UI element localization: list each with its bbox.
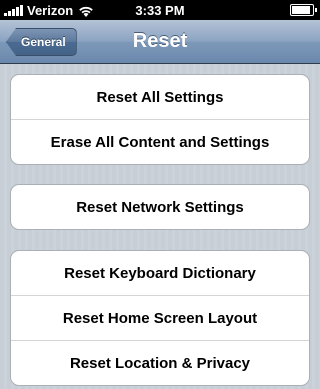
- reset-location-privacy-button[interactable]: Reset Location & Privacy: [11, 341, 309, 385]
- reset-group-1: Reset All Settings Erase All Content and…: [10, 74, 310, 165]
- reset-group-2: Reset Network Settings: [10, 184, 310, 230]
- battery-icon: [290, 4, 317, 16]
- status-time: 3:33 PM: [135, 3, 185, 18]
- navigation-bar: General Reset: [0, 20, 320, 64]
- status-bar: Verizon 3:33 PM: [0, 0, 320, 20]
- reset-home-screen-layout-button[interactable]: Reset Home Screen Layout: [11, 296, 309, 341]
- reset-keyboard-dictionary-button[interactable]: Reset Keyboard Dictionary: [11, 251, 309, 296]
- page-title: Reset: [132, 30, 188, 52]
- reset-all-settings-button[interactable]: Reset All Settings: [11, 75, 309, 120]
- reset-network-settings-button[interactable]: Reset Network Settings: [11, 185, 309, 229]
- erase-all-content-button[interactable]: Erase All Content and Settings: [11, 120, 309, 164]
- reset-group-3: Reset Keyboard Dictionary Reset Home Scr…: [10, 250, 310, 386]
